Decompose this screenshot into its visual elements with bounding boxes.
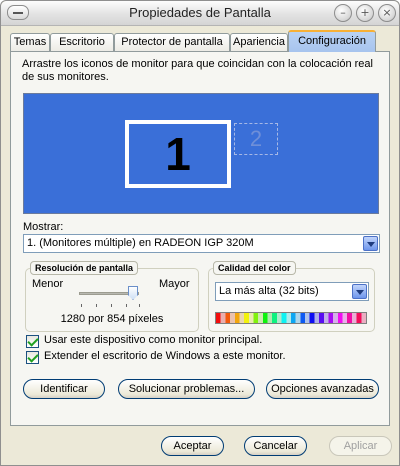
color-quality-group: Calidad del color La más alta (32 bits) (208, 261, 375, 332)
slider-tick (139, 304, 140, 307)
resolution-more-label: Mayor (159, 278, 190, 290)
display-select[interactable]: 1. (Monitores múltiple) en RADEON IGP 32… (23, 234, 380, 253)
monitor-1-number: 1 (165, 128, 191, 180)
resolution-less-label: Menor (32, 278, 64, 290)
slider-tick (111, 304, 112, 307)
primary-monitor-label[interactable]: Usar este dispositivo como monitor princ… (44, 334, 262, 346)
resolution-slider-thumb[interactable] (128, 286, 138, 300)
maximize-icon[interactable]: + (356, 4, 374, 22)
cancel-button[interactable]: Cancelar (244, 436, 307, 456)
slider-tick (126, 304, 127, 307)
apply-button[interactable]: Aplicar (329, 436, 392, 456)
monitor-1-icon[interactable]: 1 (125, 120, 231, 188)
color-spectrum-bar (215, 312, 367, 324)
chevron-down-icon[interactable] (363, 236, 378, 251)
primary-monitor-checkbox[interactable] (26, 335, 39, 348)
identify-button[interactable]: Identificar (23, 379, 105, 399)
tab-temas[interactable]: Temas (10, 33, 50, 51)
extend-desktop-label[interactable]: Extender el escritorio de Windows a este… (44, 350, 286, 362)
advanced-settings-button[interactable]: Opciones avanzadas (266, 379, 379, 399)
slider-tick (96, 304, 97, 307)
close-icon[interactable]: × (378, 4, 396, 22)
instructions-text: Arrastre los iconos de monitor para que … (22, 58, 373, 83)
tab-configuracion[interactable]: Configuración (288, 30, 376, 52)
display-select-value: 1. (Monitores múltiple) en RADEON IGP 32… (27, 237, 254, 249)
resolution-group: Resolución de pantalla Menor Mayor 1280 … (25, 261, 199, 332)
tab-escritorio[interactable]: Escritorio (50, 33, 114, 51)
monitor-2-number: 2 (249, 126, 263, 151)
display-properties-window: Propiedades de Pantalla – + × Temas Escr… (0, 0, 400, 466)
resolution-group-title: Resolución de pantalla (30, 261, 139, 275)
slider-tick (81, 304, 82, 307)
minimize-icon[interactable]: – (334, 4, 352, 22)
tab-protector-de-pantalla[interactable]: Protector de pantalla (114, 33, 230, 51)
monitor-2-icon[interactable]: 2 (234, 123, 278, 155)
ok-button[interactable]: Aceptar (161, 436, 224, 456)
color-quality-select[interactable]: La más alta (32 bits) (215, 282, 369, 301)
display-label: Mostrar: (23, 221, 64, 233)
troubleshoot-button[interactable]: Solucionar problemas... (118, 379, 255, 399)
tab-apariencia[interactable]: Apariencia (230, 33, 288, 51)
monitor-arrangement-area[interactable]: 1 2 (23, 93, 379, 214)
settings-panel: Arrastre los iconos de monitor para que … (10, 51, 390, 426)
color-quality-select-value: La más alta (32 bits) (219, 285, 319, 297)
title-bar[interactable]: Propiedades de Pantalla – + × (1, 1, 399, 26)
color-quality-group-title: Calidad del color (213, 261, 296, 275)
chevron-down-icon[interactable] (352, 284, 367, 299)
resolution-value-text: 1280 por 854 píxeles (60, 313, 164, 325)
extend-desktop-checkbox[interactable] (26, 351, 39, 364)
